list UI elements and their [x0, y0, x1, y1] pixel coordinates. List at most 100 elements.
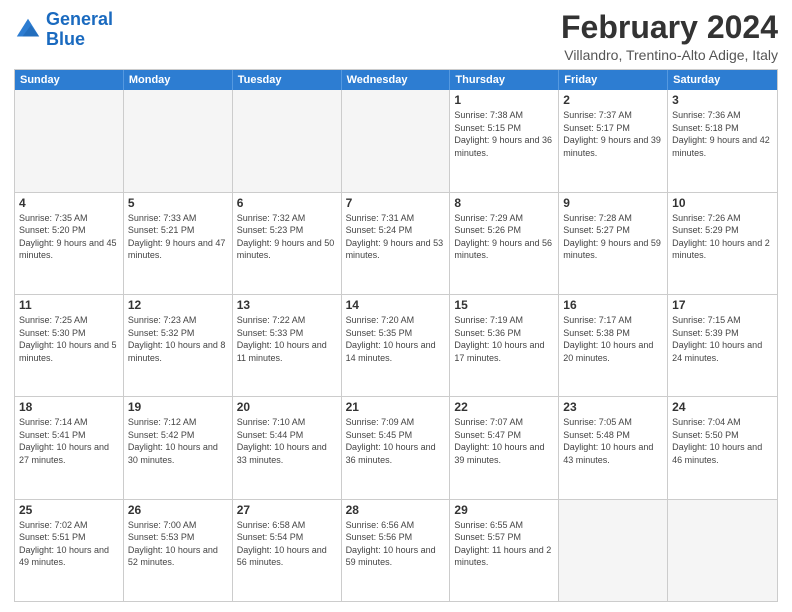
cell-detail-21: Sunrise: 7:09 AMSunset: 5:45 PMDaylight:… — [346, 416, 446, 466]
cal-cell-day-24: 24 Sunrise: 7:04 AMSunset: 5:50 PMDayligh… — [668, 397, 777, 498]
header-day-saturday: Saturday — [668, 70, 777, 90]
cal-cell-empty-4-5 — [559, 500, 668, 601]
cell-detail-19: Sunrise: 7:12 AMSunset: 5:42 PMDaylight:… — [128, 416, 228, 466]
cell-detail-27: Sunrise: 6:58 AMSunset: 5:54 PMDaylight:… — [237, 519, 337, 569]
day-number-9: 9 — [563, 196, 663, 210]
day-number-22: 22 — [454, 400, 554, 414]
cell-detail-26: Sunrise: 7:00 AMSunset: 5:53 PMDaylight:… — [128, 519, 228, 569]
cal-cell-day-1: 1 Sunrise: 7:38 AMSunset: 5:15 PMDaylight… — [450, 90, 559, 191]
cal-cell-day-9: 9 Sunrise: 7:28 AMSunset: 5:27 PMDaylight… — [559, 193, 668, 294]
cell-detail-2: Sunrise: 7:37 AMSunset: 5:17 PMDaylight:… — [563, 109, 663, 159]
month-title: February 2024 — [561, 10, 778, 45]
cal-cell-day-21: 21 Sunrise: 7:09 AMSunset: 5:45 PMDayligh… — [342, 397, 451, 498]
day-number-1: 1 — [454, 93, 554, 107]
calendar-row-4: 25 Sunrise: 7:02 AMSunset: 5:51 PMDayligh… — [15, 499, 777, 601]
day-number-23: 23 — [563, 400, 663, 414]
day-number-21: 21 — [346, 400, 446, 414]
day-number-7: 7 — [346, 196, 446, 210]
day-number-28: 28 — [346, 503, 446, 517]
cell-detail-11: Sunrise: 7:25 AMSunset: 5:30 PMDaylight:… — [19, 314, 119, 364]
cell-detail-16: Sunrise: 7:17 AMSunset: 5:38 PMDaylight:… — [563, 314, 663, 364]
day-number-10: 10 — [672, 196, 773, 210]
cell-detail-8: Sunrise: 7:29 AMSunset: 5:26 PMDaylight:… — [454, 212, 554, 262]
day-number-5: 5 — [128, 196, 228, 210]
cell-detail-23: Sunrise: 7:05 AMSunset: 5:48 PMDaylight:… — [563, 416, 663, 466]
cell-detail-24: Sunrise: 7:04 AMSunset: 5:50 PMDaylight:… — [672, 416, 773, 466]
cal-cell-day-2: 2Sunrise: 7:37 AMSunset: 5:17 PMDaylight… — [559, 90, 668, 191]
cell-detail-1: Sunrise: 7:38 AMSunset: 5:15 PMDaylight:… — [454, 109, 554, 159]
day-number-11: 11 — [19, 298, 119, 312]
cal-cell-day-11: 11 Sunrise: 7:25 AMSunset: 5:30 PMDayligh… — [15, 295, 124, 396]
day-number-26: 26 — [128, 503, 228, 517]
cell-detail-12: Sunrise: 7:23 AMSunset: 5:32 PMDaylight:… — [128, 314, 228, 364]
header-day-tuesday: Tuesday — [233, 70, 342, 90]
day-number-24: 24 — [672, 400, 773, 414]
logo-text: General Blue — [46, 10, 113, 50]
day-number-20: 20 — [237, 400, 337, 414]
header-day-wednesday: Wednesday — [342, 70, 451, 90]
cal-cell-day-5: 5 Sunrise: 7:33 AMSunset: 5:21 PMDaylight… — [124, 193, 233, 294]
logo-text-general: General — [46, 9, 113, 29]
cal-cell-empty-0-0 — [15, 90, 124, 191]
page: General Blue February 2024 Villandro, Tr… — [0, 0, 792, 612]
cal-cell-empty-4-6 — [668, 500, 777, 601]
cell-detail-5: Sunrise: 7:33 AMSunset: 5:21 PMDaylight:… — [128, 212, 228, 262]
cell-detail-6: Sunrise: 7:32 AMSunset: 5:23 PMDaylight:… — [237, 212, 337, 262]
cell-detail-20: Sunrise: 7:10 AMSunset: 5:44 PMDaylight:… — [237, 416, 337, 466]
cal-cell-day-16: 16 Sunrise: 7:17 AMSunset: 5:38 PMDayligh… — [559, 295, 668, 396]
day-number-3: 3 — [672, 93, 773, 107]
cell-detail-10: Sunrise: 7:26 AMSunset: 5:29 PMDaylight:… — [672, 212, 773, 262]
day-number-18: 18 — [19, 400, 119, 414]
location-title: Villandro, Trentino-Alto Adige, Italy — [561, 47, 778, 63]
cal-cell-day-8: 8 Sunrise: 7:29 AMSunset: 5:26 PMDaylight… — [450, 193, 559, 294]
calendar: SundayMondayTuesdayWednesdayThursdayFrid… — [14, 69, 778, 602]
cal-cell-day-3: 3Sunrise: 7:36 AMSunset: 5:18 PMDaylight… — [668, 90, 777, 191]
cell-detail-28: Sunrise: 6:56 AMSunset: 5:56 PMDaylight:… — [346, 519, 446, 569]
day-number-6: 6 — [237, 196, 337, 210]
logo-icon — [14, 16, 42, 44]
day-number-19: 19 — [128, 400, 228, 414]
cell-detail-29: Sunrise: 6:55 AMSunset: 5:57 PMDaylight:… — [454, 519, 554, 569]
calendar-row-0: 1 Sunrise: 7:38 AMSunset: 5:15 PMDaylight… — [15, 90, 777, 191]
cal-cell-day-22: 22Sunrise: 7:07 AMSunset: 5:47 PMDayligh… — [450, 397, 559, 498]
cell-detail-4: Sunrise: 7:35 AMSunset: 5:20 PMDaylight:… — [19, 212, 119, 262]
cell-detail-9: Sunrise: 7:28 AMSunset: 5:27 PMDaylight:… — [563, 212, 663, 262]
logo-text-blue: Blue — [46, 29, 85, 49]
cal-cell-day-18: 18 Sunrise: 7:14 AMSunset: 5:41 PMDayligh… — [15, 397, 124, 498]
day-number-27: 27 — [237, 503, 337, 517]
cal-cell-day-4: 4 Sunrise: 7:35 AMSunset: 5:20 PMDaylight… — [15, 193, 124, 294]
cell-detail-13: Sunrise: 7:22 AMSunset: 5:33 PMDaylight:… — [237, 314, 337, 364]
cal-cell-day-10: 10 Sunrise: 7:26 AMSunset: 5:29 PMDayligh… — [668, 193, 777, 294]
cal-cell-day-12: 12Sunrise: 7:23 AMSunset: 5:32 PMDayligh… — [124, 295, 233, 396]
cal-cell-day-17: 17Sunrise: 7:15 AMSunset: 5:39 PMDayligh… — [668, 295, 777, 396]
cal-cell-day-14: 14Sunrise: 7:20 AMSunset: 5:35 PMDayligh… — [342, 295, 451, 396]
header-day-monday: Monday — [124, 70, 233, 90]
cal-cell-day-6: 6 Sunrise: 7:32 AMSunset: 5:23 PMDaylight… — [233, 193, 342, 294]
header: General Blue February 2024 Villandro, Tr… — [14, 10, 778, 63]
cal-cell-day-27: 27 Sunrise: 6:58 AMSunset: 5:54 PMDayligh… — [233, 500, 342, 601]
day-number-4: 4 — [19, 196, 119, 210]
cell-detail-15: Sunrise: 7:19 AMSunset: 5:36 PMDaylight:… — [454, 314, 554, 364]
cell-detail-18: Sunrise: 7:14 AMSunset: 5:41 PMDaylight:… — [19, 416, 119, 466]
cal-cell-day-19: 19 Sunrise: 7:12 AMSunset: 5:42 PMDayligh… — [124, 397, 233, 498]
calendar-row-2: 11 Sunrise: 7:25 AMSunset: 5:30 PMDayligh… — [15, 294, 777, 396]
day-number-16: 16 — [563, 298, 663, 312]
header-day-sunday: Sunday — [15, 70, 124, 90]
day-number-8: 8 — [454, 196, 554, 210]
cal-cell-day-13: 13 Sunrise: 7:22 AMSunset: 5:33 PMDayligh… — [233, 295, 342, 396]
cal-cell-day-20: 20 Sunrise: 7:10 AMSunset: 5:44 PMDayligh… — [233, 397, 342, 498]
cal-cell-day-25: 25 Sunrise: 7:02 AMSunset: 5:51 PMDayligh… — [15, 500, 124, 601]
day-number-25: 25 — [19, 503, 119, 517]
cal-cell-day-7: 7Sunrise: 7:31 AMSunset: 5:24 PMDaylight… — [342, 193, 451, 294]
cell-detail-25: Sunrise: 7:02 AMSunset: 5:51 PMDaylight:… — [19, 519, 119, 569]
cal-cell-day-29: 29Sunrise: 6:55 AMSunset: 5:57 PMDayligh… — [450, 500, 559, 601]
cal-cell-day-23: 23 Sunrise: 7:05 AMSunset: 5:48 PMDayligh… — [559, 397, 668, 498]
day-number-15: 15 — [454, 298, 554, 312]
day-number-13: 13 — [237, 298, 337, 312]
cal-cell-empty-0-1 — [124, 90, 233, 191]
cell-detail-14: Sunrise: 7:20 AMSunset: 5:35 PMDaylight:… — [346, 314, 446, 364]
day-number-17: 17 — [672, 298, 773, 312]
cal-cell-day-28: 28 Sunrise: 6:56 AMSunset: 5:56 PMDayligh… — [342, 500, 451, 601]
calendar-header-row: SundayMondayTuesdayWednesdayThursdayFrid… — [15, 70, 777, 90]
calendar-row-1: 4 Sunrise: 7:35 AMSunset: 5:20 PMDaylight… — [15, 192, 777, 294]
